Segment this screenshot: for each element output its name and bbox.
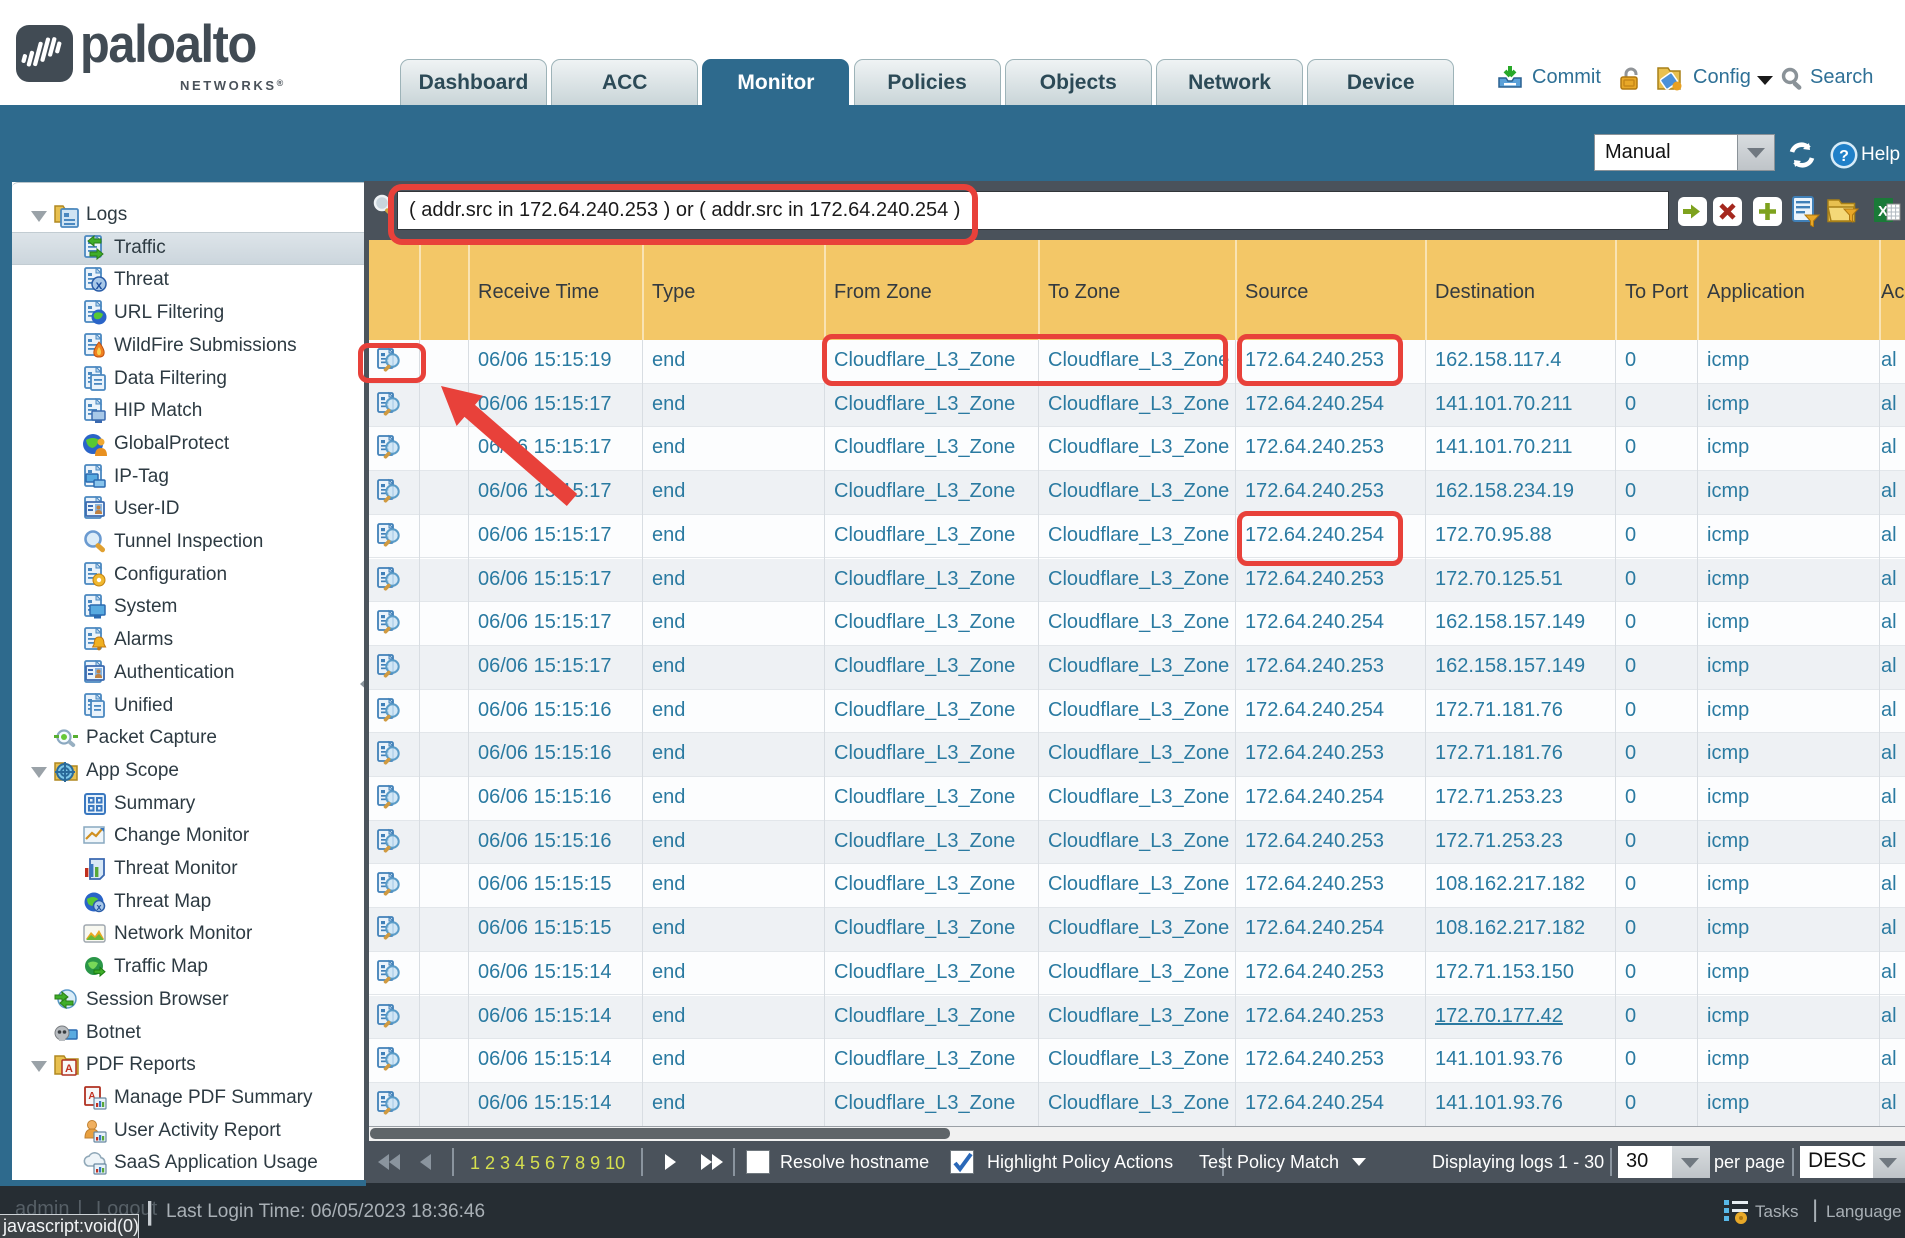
svg-text:x: x <box>96 278 103 292</box>
svg-text:x: x <box>96 902 101 912</box>
svg-text:?: ? <box>1839 148 1849 165</box>
svg-text:A: A <box>65 1063 73 1075</box>
